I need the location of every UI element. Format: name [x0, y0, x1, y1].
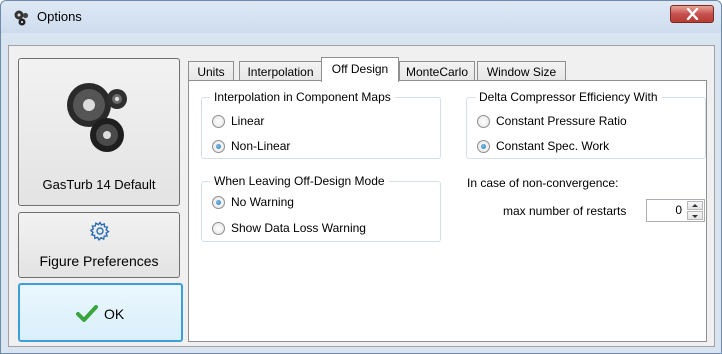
checkmark-icon	[76, 305, 98, 322]
interpolation-group-title: Interpolation in Component Maps	[210, 90, 395, 104]
ok-button[interactable]: OK	[18, 283, 183, 342]
gear-icon	[90, 221, 110, 241]
max-restarts-label: max number of restarts	[503, 204, 627, 218]
figure-preferences-label: Figure Preferences	[39, 253, 159, 269]
radio-linear[interactable]: Linear	[212, 113, 264, 129]
tab-off-design[interactable]: Off Design	[321, 57, 399, 82]
tab-units[interactable]: Units	[188, 61, 234, 81]
radio-linear-label: Linear	[231, 114, 265, 128]
radio-circle[interactable]	[212, 221, 225, 235]
engine-logo-icon	[67, 83, 127, 152]
radio-constant-pressure-ratio[interactable]: Constant Pressure Ratio	[477, 113, 627, 129]
ok-label: OK	[104, 306, 125, 322]
close-button[interactable]	[670, 5, 714, 23]
radio-circle[interactable]	[477, 114, 490, 128]
figure-preferences-button[interactable]: Figure Preferences	[18, 212, 180, 278]
nonconvergence-label: In case of non-convergence:	[467, 176, 619, 190]
window-title: Options	[37, 9, 82, 24]
spin-up-arrow-icon[interactable]	[687, 201, 703, 210]
compressor-efficiency-group: Delta Compressor Efficiency With Constan…	[466, 90, 706, 159]
spinner-buttons	[687, 201, 703, 220]
max-restarts-value[interactable]: 0	[675, 203, 682, 217]
compressor-efficiency-group-title: Delta Compressor Efficiency With	[475, 90, 662, 104]
leaving-mode-group: When Leaving Off-Design Mode No Warning …	[201, 174, 441, 242]
tab-window-size[interactable]: Window Size	[477, 61, 566, 81]
radio-data-loss-warning[interactable]: Show Data Loss Warning	[212, 220, 366, 236]
max-restarts-spinner[interactable]: 0	[646, 199, 705, 222]
tab-interpolation[interactable]: Interpolation	[239, 61, 322, 81]
radio-data-loss-warning-label: Show Data Loss Warning	[231, 221, 366, 235]
spin-down-arrow-icon[interactable]	[687, 211, 703, 220]
radio-circle-checked[interactable]	[212, 139, 225, 153]
title-bar[interactable]: Options	[1, 1, 721, 33]
radio-constant-spec-work[interactable]: Constant Spec. Work	[477, 138, 609, 154]
interpolation-group: Interpolation in Component Maps Linear N…	[201, 90, 441, 159]
radio-no-warning-label: No Warning	[231, 195, 294, 209]
radio-circle[interactable]	[212, 114, 225, 128]
radio-non-linear[interactable]: Non-Linear	[212, 138, 290, 154]
leaving-mode-group-title: When Leaving Off-Design Mode	[210, 174, 389, 188]
tab-montecarlo[interactable]: MonteCarlo	[399, 61, 475, 81]
radio-circle-checked[interactable]	[212, 195, 225, 209]
gasturb-default-label: GasTurb 14 Default	[42, 177, 156, 192]
close-icon	[686, 8, 699, 20]
radio-no-warning[interactable]: No Warning	[212, 194, 294, 210]
radio-circle-checked[interactable]	[477, 139, 490, 153]
radio-constant-spec-work-label: Constant Spec. Work	[496, 139, 610, 153]
radio-non-linear-label: Non-Linear	[231, 139, 291, 153]
app-gears-icon	[14, 10, 29, 26]
radio-constant-pressure-ratio-label: Constant Pressure Ratio	[496, 114, 627, 128]
gasturb-default-button[interactable]: GasTurb 14 Default	[18, 58, 180, 206]
options-dialog: Options GasTurb 14 Default Figure Prefer…	[0, 0, 722, 354]
